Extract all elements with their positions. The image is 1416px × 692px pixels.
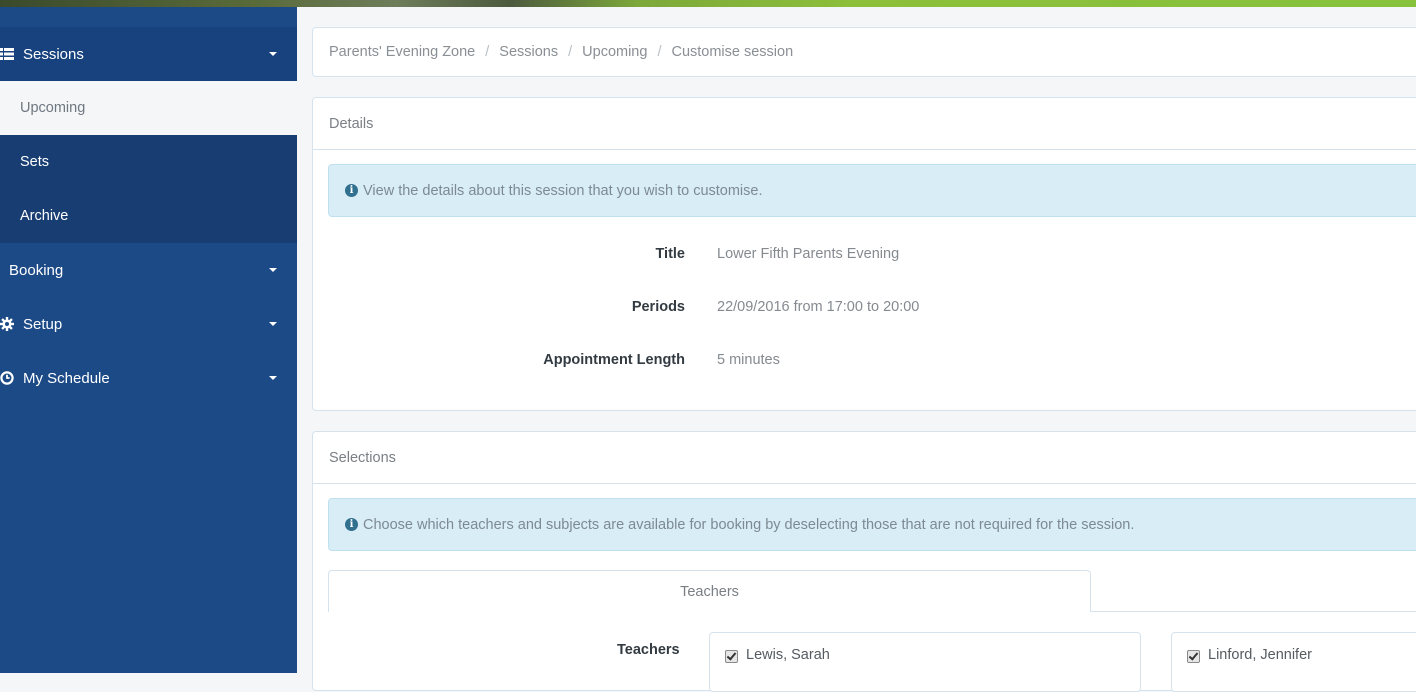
caret-down-icon [269, 52, 277, 56]
info-icon: i [345, 518, 358, 531]
field-title: Title Lower Fifth Parents Evening [313, 246, 1413, 266]
breadcrumb: Parents' Evening Zone / Sessions / Upcom… [312, 27, 1416, 77]
field-value: 22/09/2016 from 17:00 to 20:00 [717, 299, 920, 315]
selections-panel: Selections i Choose which teachers and s… [312, 431, 1416, 692]
sidebar-item-sessions[interactable]: Sessions [0, 27, 297, 81]
teacher-option[interactable]: Lewis, Sarah [709, 632, 1141, 692]
sidebar-item-setup[interactable]: Setup [0, 297, 297, 351]
teacher-option[interactable]: Linford, Jennifer [1171, 632, 1416, 692]
breadcrumb-separator: / [485, 44, 490, 60]
breadcrumb-separator: / [657, 44, 662, 60]
caret-down-icon [269, 322, 277, 326]
sidebar-item-label: Setup [23, 315, 63, 333]
teachers-label: Teachers [617, 642, 680, 658]
details-panel: Details i View the details about this se… [312, 97, 1416, 411]
clock-icon [0, 371, 14, 385]
field-label: Appointment Length [543, 352, 685, 368]
breadcrumb-link-zone[interactable]: Parents' Evening Zone [329, 44, 475, 60]
sidebar: Sessions Upcoming Sets Archive Booking S… [0, 7, 297, 673]
header-banner-image [0, 0, 1416, 7]
field-periods: Periods 22/09/2016 from 17:00 to 20:00 [313, 299, 1413, 319]
details-info-alert: i View the details about this session th… [328, 164, 1416, 217]
sidebar-item-my-schedule[interactable]: My Schedule [0, 351, 297, 405]
sidebar-subitem-archive[interactable]: Archive [0, 189, 297, 243]
breadcrumb-current: Customise session [671, 44, 794, 60]
selections-info-alert: i Choose which teachers and subjects are… [328, 498, 1416, 551]
field-value: 5 minutes [717, 352, 780, 368]
selections-info-text: Choose which teachers and subjects are a… [363, 516, 1135, 533]
caret-down-icon [269, 376, 277, 380]
sidebar-subitem-sets[interactable]: Sets [0, 135, 297, 189]
field-appointment-length: Appointment Length 5 minutes [313, 352, 1413, 372]
sidebar-item-label: Booking [9, 261, 64, 279]
gear-icon [0, 317, 14, 331]
breadcrumb-link-sessions[interactable]: Sessions [499, 44, 558, 60]
teacher-checkbox[interactable] [1187, 650, 1200, 663]
list-icon [0, 47, 14, 61]
teacher-name: Lewis, Sarah [746, 647, 830, 663]
sidebar-item-label: My Schedule [23, 369, 110, 387]
teacher-checkbox[interactable] [725, 650, 738, 663]
selections-heading: Selections [313, 432, 1416, 484]
info-icon: i [345, 184, 358, 197]
tab-teachers[interactable]: Teachers [328, 570, 1091, 612]
field-label: Title [655, 246, 685, 262]
breadcrumb-link-upcoming[interactable]: Upcoming [582, 44, 647, 60]
caret-down-icon [269, 268, 277, 272]
field-value: Lower Fifth Parents Evening [717, 246, 900, 262]
sidebar-subitem-upcoming[interactable]: Upcoming [0, 81, 297, 135]
teacher-name: Linford, Jennifer [1208, 647, 1312, 663]
details-info-text: View the details about this session that… [363, 182, 763, 199]
field-label: Periods [631, 299, 685, 315]
details-heading: Details [313, 98, 1416, 150]
sidebar-item-label: Sessions [23, 45, 84, 63]
breadcrumb-separator: / [568, 44, 573, 60]
sidebar-item-booking[interactable]: Booking [0, 243, 297, 297]
